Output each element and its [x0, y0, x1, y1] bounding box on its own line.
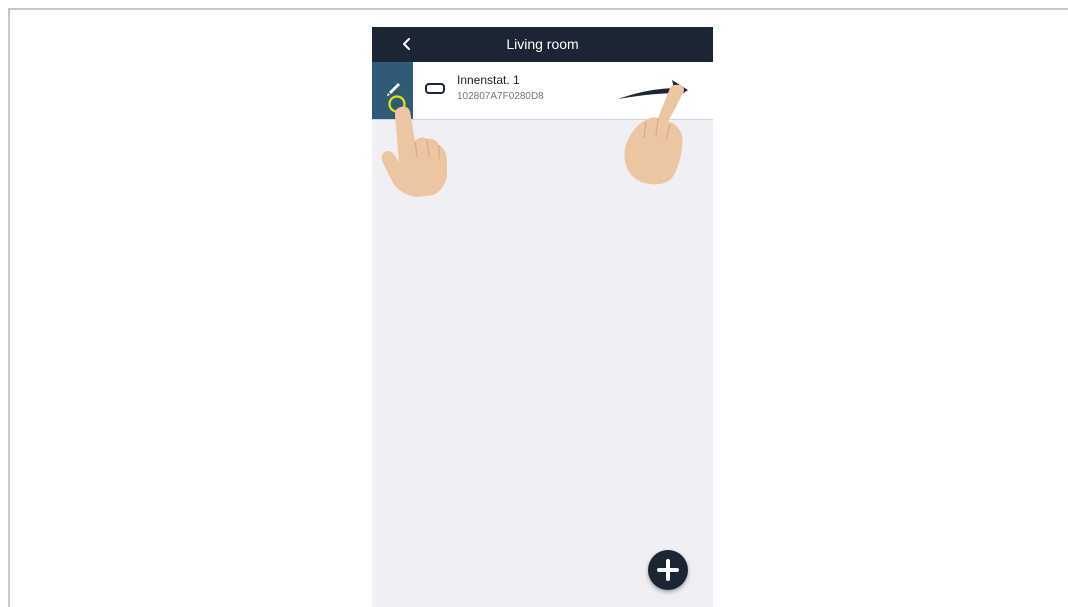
tap-hand-icon — [381, 106, 447, 197]
page-title: Living room — [506, 36, 579, 52]
swipe-hand-icon — [624, 84, 684, 185]
device-name: Innenstat. 1 — [457, 73, 520, 87]
navbar: Living room — [372, 27, 713, 62]
plus-icon — [657, 559, 679, 581]
phone-screen: Living room Innenstat. 1 102807A7F0280D8 — [372, 27, 713, 607]
thermostat-icon — [425, 83, 445, 94]
device-id: 102807A7F0280D8 — [457, 91, 544, 102]
add-device-button[interactable] — [648, 550, 688, 590]
